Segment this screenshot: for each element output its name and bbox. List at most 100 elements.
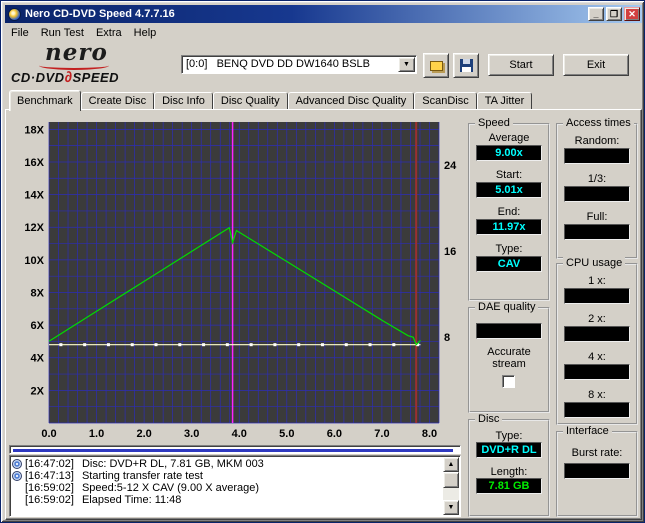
cpu-8x-display (564, 402, 630, 418)
tab-disc-info[interactable]: Disc Info (154, 92, 213, 109)
menu-run-test[interactable]: Run Test (35, 26, 90, 40)
log-timestamp: [16:47:02] (25, 458, 74, 470)
disc-length-display: 7.81 GB (476, 478, 542, 494)
menu-help[interactable]: Help (128, 26, 163, 40)
log-message: Disc: DVD+R DL, 7.81 GB, MKM 003 (81, 458, 264, 470)
window-title: Nero CD-DVD Speed 4.7.7.16 (25, 8, 175, 20)
app-window: Nero CD-DVD Speed 4.7.7.16 _ ❐ ✕ File Ru… (0, 0, 645, 523)
svg-text:16X: 16X (24, 157, 44, 169)
log-timestamp: [16:47:13] (25, 470, 74, 482)
scroll-up-icon[interactable]: ▲ (443, 457, 459, 472)
cpu-2x-label: 2 x: (588, 313, 606, 325)
disc-icon (12, 471, 22, 481)
cpu-1x-label: 1 x: (588, 275, 606, 287)
benchmark-chart: 18X 16X 14X 12X 10X 8X 6X 4X 2X 24 16 8 0.0 1.0 2.0 3.0… (24, 122, 457, 440)
log-entry: [16:59:02] Elapsed Time: 11:48 (12, 494, 460, 506)
chevron-down-icon[interactable]: ▼ (398, 57, 415, 72)
cpu-8x-label: 8 x: (588, 389, 606, 401)
tab-ta-jitter[interactable]: TA Jitter (476, 92, 533, 109)
interface-panel: Interface Burst rate: (556, 425, 638, 517)
start-speed-display: 5.01x (476, 182, 542, 198)
progress-bar (9, 445, 461, 454)
access-times-panel: Access times Random: 1/3: Full: (556, 117, 638, 259)
hand-card-icon (429, 60, 443, 71)
accurate-stream-label-line1: Accurate (487, 346, 531, 358)
access-times-title: Access times (563, 117, 634, 130)
scrollbar-thumb[interactable] (443, 472, 459, 488)
interface-panel-title: Interface (563, 425, 612, 438)
dae-quality-display (476, 323, 542, 339)
nero-logo-product: CD·DVD∂SPEED (11, 69, 119, 86)
type-label: Type: (495, 243, 523, 255)
menu-extra[interactable]: Extra (90, 26, 128, 40)
save-button[interactable] (453, 53, 479, 78)
tab-disc-quality[interactable]: Disc Quality (212, 92, 288, 109)
close-button[interactable]: ✕ (624, 7, 640, 21)
log-entry: [16:59:02] Speed:5-12 X CAV (9.00 X aver… (12, 482, 460, 494)
scroll-down-icon[interactable]: ▼ (443, 500, 459, 515)
log-message: Speed:5-12 X CAV (9.00 X average) (81, 482, 260, 494)
accurate-stream-checkbox[interactable] (502, 375, 515, 388)
tab-create-disc[interactable]: Create Disc (80, 92, 155, 109)
svg-text:24: 24 (444, 160, 457, 172)
disc-length-label: Length: (490, 466, 528, 478)
progress-bar-fill (13, 449, 453, 452)
one-third-label: 1/3: (587, 173, 607, 185)
average-label: Average (488, 132, 530, 144)
average-speed-display: 9.00x (476, 145, 542, 161)
svg-text:8: 8 (444, 332, 450, 344)
svg-text:14X: 14X (24, 190, 44, 202)
tab-scandisc[interactable]: ScanDisc (414, 92, 477, 109)
log-message: Starting transfer rate test (81, 470, 203, 482)
end-label: End: (497, 206, 521, 218)
exit-button[interactable]: Exit (563, 54, 629, 76)
full-label: Full: (586, 211, 608, 223)
log-entry: [16:47:13] Starting transfer rate test (12, 470, 460, 482)
svg-text:10X: 10X (24, 255, 44, 267)
burst-rate-display (564, 463, 630, 479)
svg-text:0.0: 0.0 (41, 428, 56, 440)
svg-text:12X: 12X (24, 222, 44, 234)
cpu-2x-display (564, 326, 630, 342)
svg-text:16: 16 (444, 246, 456, 258)
svg-text:8.0: 8.0 (422, 428, 437, 440)
log-scrollbar[interactable]: ▲ ▼ (443, 457, 459, 515)
svg-text:7.0: 7.0 (374, 428, 389, 440)
burst-rate-label: Burst rate: (571, 447, 623, 459)
accurate-stream-label-line2: stream (492, 358, 526, 370)
drive-select[interactable]: [0:0] BENQ DVD DD DW1640 BSLB ▼ (181, 55, 417, 74)
svg-text:6X: 6X (31, 320, 45, 332)
svg-text:4X: 4X (31, 353, 45, 365)
title-bar[interactable]: Nero CD-DVD Speed 4.7.7.16 _ ❐ ✕ (5, 5, 642, 23)
maximize-button[interactable]: ❐ (606, 7, 622, 21)
floppy-disk-icon (459, 59, 473, 72)
logo-cddvd-text: CD·DVD (11, 70, 65, 85)
minimize-button[interactable]: _ (588, 7, 604, 21)
svg-text:2X: 2X (31, 385, 45, 397)
log-timestamp: [16:59:02] (25, 494, 74, 506)
disc-icon (12, 459, 22, 469)
dae-quality-panel: DAE quality Accurate stream (468, 301, 550, 413)
tab-benchmark[interactable]: Benchmark (9, 90, 81, 111)
tab-advanced-disc-quality[interactable]: Advanced Disc Quality (287, 92, 415, 109)
cpu-1x-display (564, 288, 630, 304)
start-label: Start: (495, 169, 523, 181)
tab-strip: Benchmark Create Disc Disc Info Disc Qua… (9, 89, 533, 111)
svg-text:4.0: 4.0 (232, 428, 247, 440)
log-message: Elapsed Time: 11:48 (81, 494, 182, 506)
log-timestamp: [16:59:02] (25, 482, 74, 494)
cpu-4x-label: 4 x: (588, 351, 606, 363)
svg-text:3.0: 3.0 (184, 428, 199, 440)
random-access-display (564, 148, 630, 164)
speed-panel: Speed Average 9.00x Start: 5.01x End: 11… (468, 117, 550, 301)
speed-type-display: CAV (476, 256, 542, 272)
cpu-usage-title: CPU usage (563, 257, 626, 270)
menu-file[interactable]: File (5, 26, 35, 40)
one-third-access-display (564, 186, 630, 202)
disc-panel: Disc Type: DVD+R DL Length: 7.81 GB (468, 413, 550, 517)
disc-type-label: Type: (495, 430, 523, 442)
start-button[interactable]: Start (488, 54, 554, 76)
logo-speed-text: SPEED (72, 70, 120, 85)
eject-tray-button[interactable] (423, 53, 449, 78)
disc-type-display: DVD+R DL (476, 442, 542, 458)
